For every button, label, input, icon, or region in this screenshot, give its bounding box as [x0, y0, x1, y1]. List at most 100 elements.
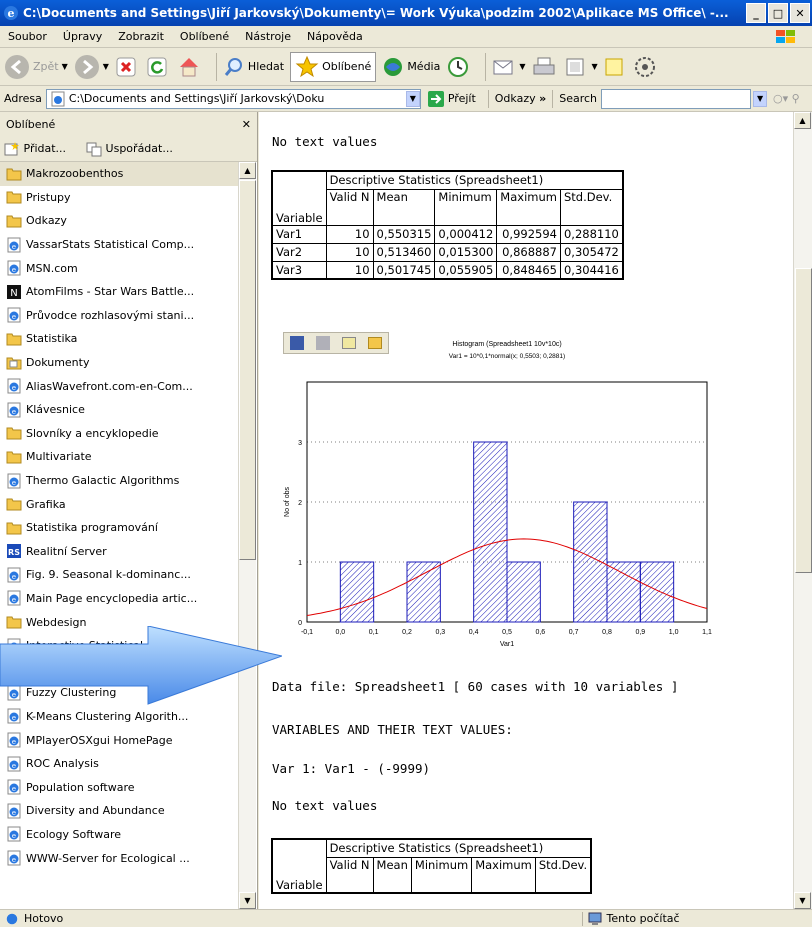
maximize-button[interactable]: □	[768, 3, 788, 23]
close-button[interactable]: ✕	[790, 3, 810, 23]
organize-favorites-button[interactable]: Uspořádat...	[86, 141, 183, 157]
history-button[interactable]	[446, 55, 473, 79]
address-dropdown-button[interactable]: ▼	[405, 90, 420, 107]
svg-text:e: e	[12, 243, 16, 251]
sidebar-scroll-thumb[interactable]	[239, 180, 256, 560]
favorite-item[interactable]: Grafika	[0, 492, 238, 516]
print-button[interactable]	[532, 56, 559, 78]
no-text-values-1: No text values	[272, 134, 378, 149]
title-bar[interactable]: e C:\Documents and Settings\Jiří Jarkovs…	[0, 0, 812, 26]
svg-text:RS: RS	[8, 548, 20, 557]
sidebar-scroll-up-icon[interactable]: ▲	[239, 162, 256, 179]
favorite-item[interactable]: Slovníky a encyklopedie	[0, 422, 238, 446]
favorite-item[interactable]: e Ecology Software	[0, 823, 238, 847]
address-input[interactable]: C:\Documents and Settings\Jiří Jarkovský…	[45, 88, 421, 109]
add-favorite-button[interactable]: Přidat...	[4, 141, 76, 157]
refresh-button[interactable]	[146, 56, 171, 78]
ie-page-icon: e	[7, 779, 21, 795]
scroll-up-icon[interactable]: ▲	[794, 112, 811, 129]
favorite-item[interactable]: RS Realitní Server	[0, 540, 238, 564]
notes-button[interactable]	[604, 57, 627, 77]
messenger-button[interactable]	[633, 55, 660, 79]
mail-button[interactable]: ▼	[492, 56, 526, 78]
favorite-item[interactable]: Pristupy	[0, 186, 238, 210]
links-button[interactable]: Odkazy »	[495, 92, 546, 105]
favorite-item[interactable]: e AliasWavefront.com-en-Com...	[0, 374, 238, 398]
sidebar-close-icon[interactable]: ✕	[242, 118, 251, 131]
table-header-variable: Variable	[271, 838, 327, 894]
favorite-item[interactable]: Webdesign	[0, 610, 238, 634]
messenger-icon	[634, 56, 655, 77]
favorite-item[interactable]: Statistika programování	[0, 516, 238, 540]
favorite-item[interactable]: e Fuzzy Cluster Analysis	[0, 657, 238, 681]
menu-zobrazit[interactable]: Zobrazit	[110, 30, 172, 43]
toolbar-separator	[485, 52, 487, 81]
row-value-cell: 10	[325, 260, 374, 280]
favorite-item[interactable]: Odkazy	[0, 209, 238, 233]
favorite-item[interactable]: e Thermo Galactic Algorithms	[0, 469, 238, 493]
favorites-sidebar: Oblíbené ✕ Přidat... Uspořádat... Makroz…	[0, 112, 258, 909]
home-button[interactable]	[177, 55, 204, 79]
folder-icon[interactable]	[368, 337, 382, 349]
favorite-item-label: Main Page encyclopedia artic...	[26, 591, 198, 605]
content-scroll-thumb[interactable]	[795, 268, 812, 573]
favorite-item[interactable]: Dokumenty	[0, 351, 238, 375]
menu-nastroje[interactable]: Nástroje	[237, 30, 299, 43]
menu-oblibene[interactable]: Oblíbené	[172, 30, 237, 43]
favorite-item-label: Population software	[26, 780, 135, 794]
menu-upravy[interactable]: Úpravy	[55, 30, 110, 43]
scroll-down-icon[interactable]: ▼	[794, 892, 811, 909]
favorite-item[interactable]: Makrozoobenthos	[0, 162, 238, 186]
favorite-item[interactable]: e MSN.com	[0, 256, 238, 280]
favorite-item[interactable]: e Interactive Statistical Calcula...	[0, 634, 238, 658]
edit-button[interactable]: ▼	[565, 57, 598, 77]
minimize-button[interactable]: _	[746, 3, 766, 23]
sidebar-scrollbar[interactable]: ▲ ▼	[238, 162, 256, 909]
histogram-bar	[406, 561, 441, 623]
search-button[interactable]: Hledat	[223, 56, 284, 78]
favorite-item[interactable]: e ROC Analysis	[0, 752, 238, 776]
favorite-item-label: Průvodce rozhlasovými stani...	[26, 308, 195, 322]
go-button[interactable]: Přejít	[427, 90, 476, 108]
stop-button[interactable]	[115, 56, 140, 78]
favorite-item[interactable]: Statistika	[0, 327, 238, 351]
favorite-item[interactable]: e Průvodce rozhlasovými stani...	[0, 304, 238, 328]
favorite-item[interactable]: e K-Means Clustering Algorith...	[0, 705, 238, 729]
table-header: Valid N	[325, 188, 374, 226]
favorite-item-label: Interactive Statistical Calcula...	[26, 639, 198, 653]
favorite-item[interactable]: e Klávesnice	[0, 398, 238, 422]
favorites-button[interactable]: Oblíbené	[290, 51, 377, 82]
search-options-icon[interactable]: ○▾ ⚲	[773, 92, 800, 105]
back-button[interactable]: Zpět ▼	[4, 54, 68, 80]
media-button[interactable]: Média	[382, 56, 440, 78]
favorite-item[interactable]: e VassarStats Statistical Comp...	[0, 233, 238, 257]
favorite-item[interactable]: e Diversity and Abundance	[0, 799, 238, 823]
favorite-item[interactable]: Multivariate	[0, 445, 238, 469]
mail-icon[interactable]	[342, 337, 356, 349]
row-value-cell: 0,055905	[434, 260, 498, 280]
address-value: C:\Documents and Settings\Jiří Jarkovský…	[68, 92, 325, 105]
favorite-item[interactable]: e MPlayerOSXgui HomePage	[0, 728, 238, 752]
menu-soubor[interactable]: Soubor	[0, 30, 55, 43]
favorite-item[interactable]: e Fuzzy Clustering	[0, 681, 238, 705]
ie-page-icon: e	[7, 685, 21, 701]
sidebar-scroll-down-icon[interactable]: ▼	[239, 892, 256, 909]
search-bar-input[interactable]	[601, 88, 752, 109]
x-tick-label: 1,0	[669, 629, 679, 636]
favorite-item[interactable]: e Population software	[0, 775, 238, 799]
favorite-item[interactable]: e Fig. 9. Seasonal k-dominanc...	[0, 563, 238, 587]
search-dropdown-button[interactable]: ▼	[753, 90, 768, 107]
window-title: C:\Documents and Settings\Jiří Jarkovský…	[23, 6, 729, 20]
menu-napoveda[interactable]: Nápověda	[299, 30, 371, 43]
print-icon[interactable]	[316, 336, 330, 350]
favorite-item[interactable]: e WWW-Server for Ecological ...	[0, 846, 238, 870]
save-icon[interactable]	[290, 336, 304, 350]
favorite-item[interactable]: e Main Page encyclopedia artic...	[0, 587, 238, 611]
favorite-item-label: AtomFilms - Star Wars Battle...	[26, 285, 195, 299]
standard-toolbar: Zpět ▼ ▼ Hledat Oblíbené Média ▼ ▼	[0, 48, 812, 86]
favorite-item[interactable]: N AtomFilms - Star Wars Battle...	[0, 280, 238, 304]
content-scrollbar[interactable]: ▲ ▼	[793, 112, 812, 909]
printer-icon	[533, 57, 555, 74]
favorite-item-label: MSN.com	[26, 261, 78, 275]
forward-button[interactable]: ▼	[74, 54, 109, 80]
